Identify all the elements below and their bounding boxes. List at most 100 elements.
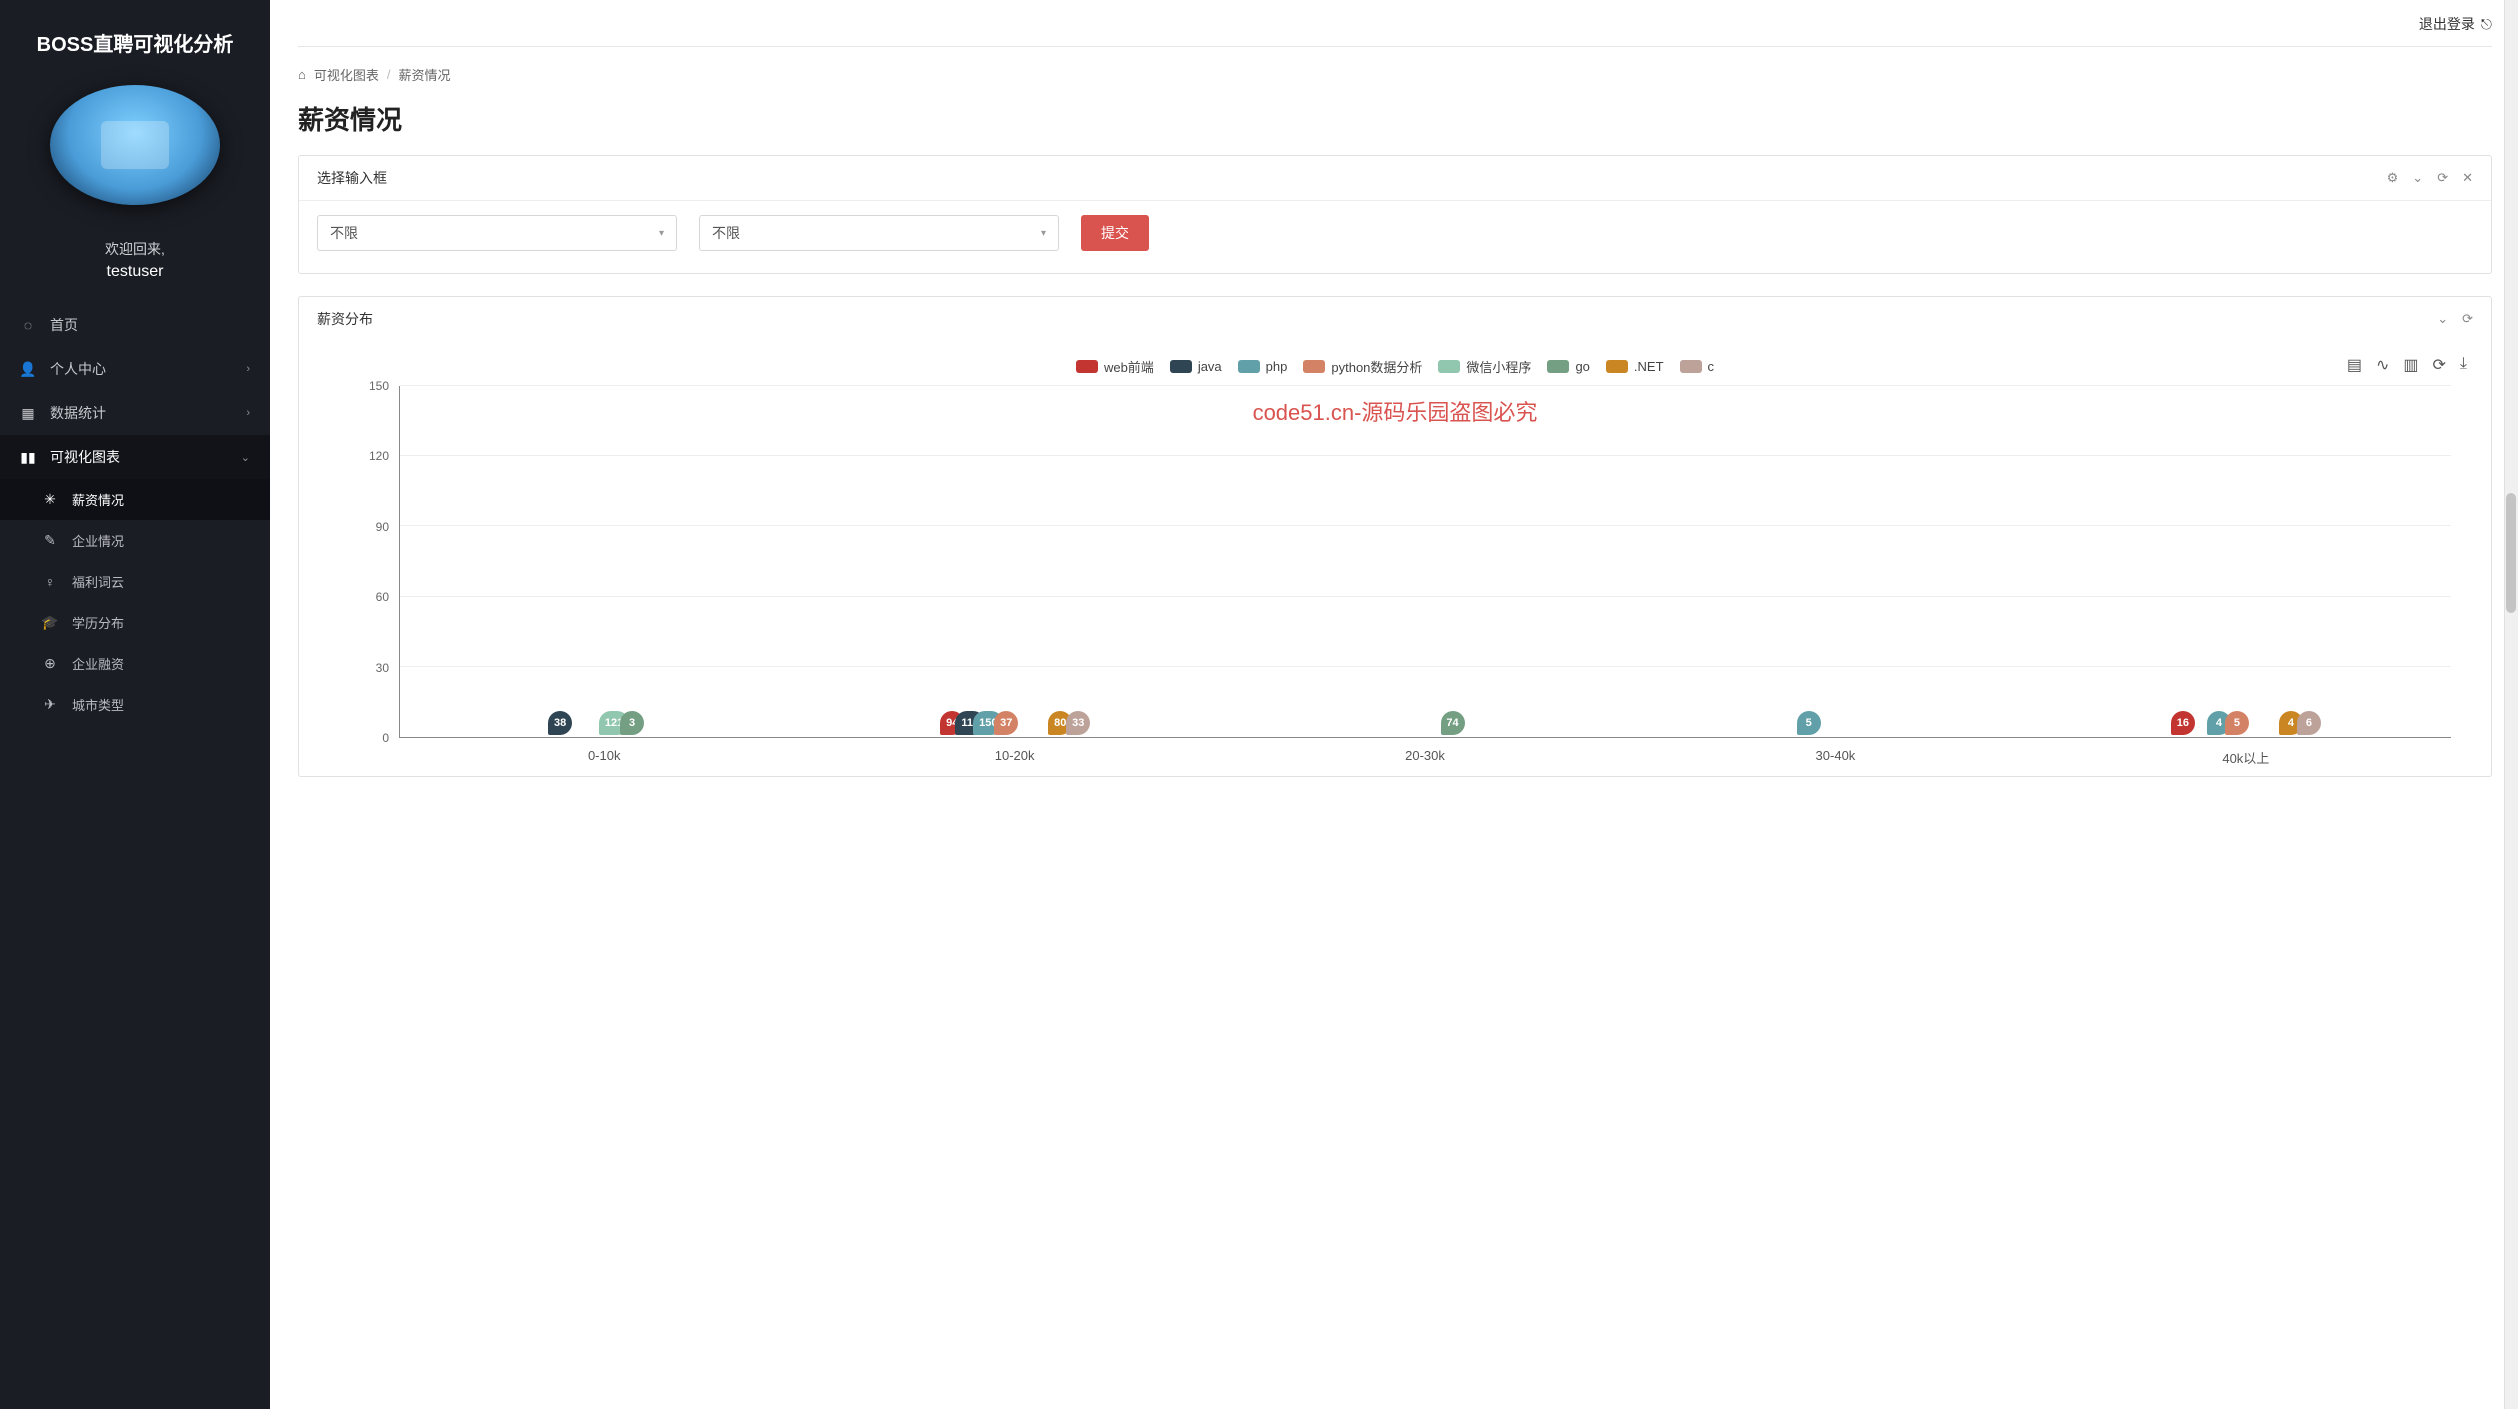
- filter-select-1[interactable]: 不限 ▾: [317, 215, 677, 251]
- subnav-finance[interactable]: ⊕企业融资: [0, 643, 270, 684]
- bar-chart-icon[interactable]: ▥: [2403, 355, 2418, 375]
- legend-item[interactable]: python数据分析: [1303, 357, 1422, 376]
- nav-profile[interactable]: 👤个人中心 ›: [0, 347, 270, 391]
- home-icon: ⌂: [298, 67, 306, 82]
- legend-label: 微信小程序: [1466, 357, 1531, 376]
- legend-item[interactable]: c: [1680, 357, 1715, 376]
- refresh-icon[interactable]: ⟳: [2462, 311, 2473, 327]
- chart-panel-title: 薪资分布: [317, 309, 373, 329]
- legend-label: python数据分析: [1331, 357, 1422, 376]
- bar-label-bubble: 6: [2297, 711, 2321, 735]
- bar-label-bubble: 33: [1066, 711, 1090, 735]
- breadcrumb-level2: 薪资情况: [399, 65, 451, 84]
- filter-panel: 选择输入框 ⚙ ⌄ ⟳ ✕ 不限 ▾ 不限 ▾: [298, 155, 2492, 274]
- legend-label: .NET: [1634, 359, 1664, 374]
- breadcrumb-separator: /: [387, 67, 391, 82]
- scrollbar-track[interactable]: [2504, 0, 2518, 1409]
- chevron-right-icon: ›: [246, 407, 250, 419]
- y-tick: 90: [376, 520, 389, 534]
- line-chart-icon[interactable]: ∿: [2376, 355, 2389, 375]
- avatar-wrap: [0, 75, 270, 233]
- nav-profile-label: 个人中心: [50, 359, 106, 379]
- bar-label-bubble: 37: [994, 711, 1018, 735]
- brand-title: BOSS直聘可视化分析: [0, 0, 270, 75]
- legend-item[interactable]: java: [1170, 357, 1222, 376]
- x-tick-label: 20-30k: [1220, 742, 1630, 766]
- subnav-salary-label: 薪资情况: [72, 490, 124, 509]
- legend-label: c: [1708, 359, 1715, 374]
- logout-button[interactable]: 退出登录 ⎋: [2419, 14, 2492, 34]
- nav-home[interactable]: ◌首页: [0, 303, 270, 347]
- globe-icon: ⊕: [42, 656, 58, 672]
- subnav-city-label: 城市类型: [72, 695, 124, 714]
- bar-label-bubble: 5: [1797, 711, 1821, 735]
- bar-label-bubble: 3: [620, 711, 644, 735]
- main-content: 退出登录 ⎋ ⌂ 可视化图表 / 薪资情况 薪资情况 选择输入框 ⚙ ⌄ ⟳ ✕: [270, 0, 2520, 1409]
- refresh-icon[interactable]: ⟳: [2437, 170, 2448, 186]
- sparkle-icon: ✳: [42, 492, 58, 508]
- legend-swatch: [1238, 360, 1260, 373]
- subnav-company[interactable]: ✎企业情况: [0, 520, 270, 561]
- welcome-username: testuser: [0, 263, 270, 281]
- y-tick: 150: [369, 379, 389, 393]
- legend-label: web前端: [1104, 357, 1154, 376]
- bar-label-bubble: 16: [2171, 711, 2195, 735]
- nav-stats-label: 数据统计: [50, 403, 106, 423]
- nav-viz-submenu: ✳ 薪资情况 ✎企业情况 ♀福利词云 🎓学历分布 ⊕企业融资 ✈城市类型: [0, 479, 270, 725]
- nav-viz[interactable]: ▮▮ 可视化图表 ⌄: [0, 435, 270, 479]
- gridline: [400, 525, 2451, 526]
- nav: ◌首页 👤个人中心 › ▦ 数据统计 › ▮▮ 可视化图表 ⌄ ✳ 薪资情况 ✎企业情…: [0, 303, 270, 725]
- subnav-company-label: 企业情况: [72, 531, 124, 550]
- subnav-city[interactable]: ✈城市类型: [0, 684, 270, 725]
- topbar: 退出登录 ⎋: [270, 0, 2520, 42]
- gear-icon[interactable]: ⚙: [2387, 170, 2399, 186]
- legend-swatch: [1680, 360, 1702, 373]
- submit-button[interactable]: 提交: [1081, 215, 1149, 251]
- chart-plot: 0306090120150 38121394114150378033745164…: [399, 386, 2451, 766]
- legend-swatch: [1606, 360, 1628, 373]
- gridline: [400, 596, 2451, 597]
- nav-stats[interactable]: ▦ 数据统计 ›: [0, 391, 270, 435]
- restore-icon[interactable]: ⟳: [2433, 355, 2446, 375]
- download-icon[interactable]: ⤓: [2460, 355, 2467, 375]
- subnav-edu[interactable]: 🎓学历分布: [0, 602, 270, 643]
- filter-panel-header: 选择输入框 ⚙ ⌄ ⟳ ✕: [299, 156, 2491, 200]
- chart-panel-header: 薪资分布 ⌄ ⟳: [299, 297, 2491, 341]
- legend-item[interactable]: .NET: [1606, 357, 1664, 376]
- legend-item[interactable]: 微信小程序: [1438, 357, 1531, 376]
- nav-viz-label: 可视化图表: [50, 447, 120, 467]
- bar-label-bubble: 5: [2225, 711, 2249, 735]
- data-view-icon[interactable]: ▤: [2347, 355, 2362, 375]
- legend-item[interactable]: php: [1238, 357, 1288, 376]
- chart-toolbox: ▤ ∿ ▥ ⟳ ⤓: [2347, 355, 2467, 375]
- welcome-block: 欢迎回来, testuser: [0, 233, 270, 303]
- filter-panel-title: 选择输入框: [317, 168, 387, 188]
- legend-item[interactable]: go: [1547, 357, 1589, 376]
- chart-body: code51.cn-源码乐园盗图必究 ▤ ∿ ▥ ⟳ ⤓ web前端javaph…: [299, 341, 2491, 776]
- chevron-down-icon[interactable]: ⌄: [2412, 170, 2423, 186]
- bar-chart-icon: ▮▮: [20, 449, 36, 465]
- legend-label: go: [1575, 359, 1589, 374]
- welcome-text: 欢迎回来,: [0, 239, 270, 259]
- legend-swatch: [1076, 360, 1098, 373]
- chevron-right-icon: ›: [246, 363, 250, 375]
- breadcrumb: ⌂ 可视化图表 / 薪资情况: [270, 47, 2520, 94]
- scrollbar-thumb[interactable]: [2506, 493, 2516, 613]
- y-axis: 0306090120150: [349, 386, 389, 738]
- filter-select-2[interactable]: 不限 ▾: [699, 215, 1059, 251]
- chevron-down-icon[interactable]: ⌄: [2437, 311, 2448, 327]
- avatar: [50, 85, 220, 205]
- logout-icon: ⎋: [2481, 16, 2492, 33]
- subnav-welfare[interactable]: ♀福利词云: [0, 561, 270, 602]
- legend-swatch: [1547, 360, 1569, 373]
- x-tick-label: 40k以上: [2041, 742, 2451, 766]
- subnav-salary[interactable]: ✳ 薪资情况: [0, 479, 270, 520]
- legend-item[interactable]: web前端: [1076, 357, 1154, 376]
- filter-select-2-value: 不限: [712, 223, 740, 243]
- y-tick: 0: [382, 731, 389, 745]
- close-icon[interactable]: ✕: [2462, 170, 2473, 186]
- breadcrumb-level1[interactable]: 可视化图表: [314, 65, 379, 84]
- caret-down-icon: ▾: [659, 228, 664, 239]
- grid-icon: ▦: [20, 405, 36, 421]
- chevron-down-icon: ⌄: [241, 451, 250, 464]
